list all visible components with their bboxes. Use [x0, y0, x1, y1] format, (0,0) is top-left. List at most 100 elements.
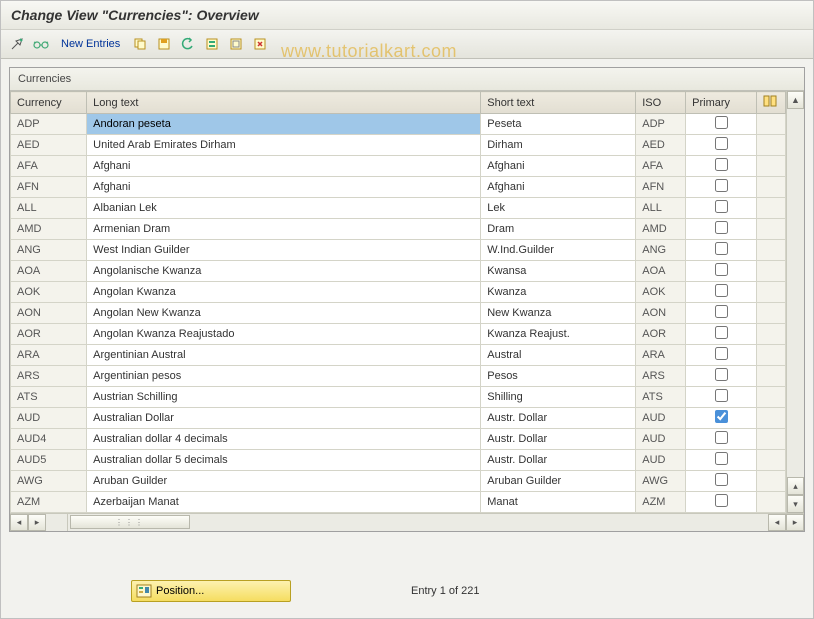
- cell-currency[interactable]: ATS: [11, 387, 87, 408]
- select-all-icon[interactable]: [202, 34, 222, 54]
- primary-checkbox[interactable]: [715, 368, 728, 381]
- copy-icon[interactable]: [130, 34, 150, 54]
- primary-checkbox[interactable]: [715, 452, 728, 465]
- cell-shorttext[interactable]: Afghani: [481, 156, 636, 177]
- cell-longtext[interactable]: Angolan New Kwanza: [87, 303, 481, 324]
- table-row[interactable]: AZMAzerbaijan ManatManatAZM: [11, 492, 786, 513]
- cell-iso[interactable]: AED: [636, 135, 686, 156]
- cell-shorttext[interactable]: Kwansa: [481, 261, 636, 282]
- cell-longtext[interactable]: Angolanische Kwanza: [87, 261, 481, 282]
- cell-currency[interactable]: ANG: [11, 240, 87, 261]
- cell-currency[interactable]: AWG: [11, 471, 87, 492]
- cell-currency[interactable]: AON: [11, 303, 87, 324]
- cell-shorttext[interactable]: Austr. Dollar: [481, 450, 636, 471]
- table-row[interactable]: AMDArmenian DramDramAMD: [11, 219, 786, 240]
- new-entries-button[interactable]: New Entries: [55, 38, 126, 50]
- cell-longtext[interactable]: Aruban Guilder: [87, 471, 481, 492]
- cell-currency[interactable]: ALL: [11, 198, 87, 219]
- col-header-iso[interactable]: ISO: [636, 92, 686, 114]
- cell-shorttext[interactable]: Pesos: [481, 366, 636, 387]
- table-row[interactable]: ATSAustrian SchillingShillingATS: [11, 387, 786, 408]
- primary-checkbox[interactable]: [715, 200, 728, 213]
- primary-checkbox[interactable]: [715, 221, 728, 234]
- col-header-currency[interactable]: Currency: [11, 92, 87, 114]
- primary-checkbox[interactable]: [715, 389, 728, 402]
- undo-icon[interactable]: [178, 34, 198, 54]
- cell-longtext[interactable]: Argentinian Austral: [87, 345, 481, 366]
- primary-checkbox[interactable]: [715, 326, 728, 339]
- table-row[interactable]: AFNAfghaniAfghaniAFN: [11, 177, 786, 198]
- primary-checkbox[interactable]: [715, 137, 728, 150]
- cell-iso[interactable]: ADP: [636, 114, 686, 135]
- hscroll-right-icon[interactable]: ▸: [28, 514, 46, 531]
- primary-checkbox[interactable]: [715, 116, 728, 129]
- cell-primary[interactable]: [686, 135, 757, 156]
- primary-checkbox[interactable]: [715, 179, 728, 192]
- cell-primary[interactable]: [686, 492, 757, 513]
- cell-currency[interactable]: ADP: [11, 114, 87, 135]
- cell-iso[interactable]: ARS: [636, 366, 686, 387]
- cell-iso[interactable]: ARA: [636, 345, 686, 366]
- cell-currency[interactable]: AFN: [11, 177, 87, 198]
- primary-checkbox[interactable]: [715, 284, 728, 297]
- cell-currency[interactable]: AED: [11, 135, 87, 156]
- cell-iso[interactable]: AUD: [636, 429, 686, 450]
- hscroll-thumb[interactable]: ⋮⋮⋮: [70, 515, 190, 529]
- table-row[interactable]: ARSArgentinian pesosPesosARS: [11, 366, 786, 387]
- cell-primary[interactable]: [686, 240, 757, 261]
- cell-primary[interactable]: [686, 282, 757, 303]
- cell-iso[interactable]: AUD: [636, 408, 686, 429]
- cell-currency[interactable]: AFA: [11, 156, 87, 177]
- cell-primary[interactable]: [686, 303, 757, 324]
- table-row[interactable]: AWGAruban GuilderAruban GuilderAWG: [11, 471, 786, 492]
- cell-primary[interactable]: [686, 219, 757, 240]
- table-row[interactable]: AONAngolan New KwanzaNew KwanzaAON: [11, 303, 786, 324]
- cell-currency[interactable]: AUD5: [11, 450, 87, 471]
- cell-currency[interactable]: AOR: [11, 324, 87, 345]
- cell-iso[interactable]: AFN: [636, 177, 686, 198]
- cell-longtext[interactable]: Andoran peseta: [87, 114, 481, 135]
- cell-longtext[interactable]: Armenian Dram: [87, 219, 481, 240]
- cell-shorttext[interactable]: W.Ind.Guilder: [481, 240, 636, 261]
- cell-primary[interactable]: [686, 408, 757, 429]
- cell-longtext[interactable]: Australian dollar 4 decimals: [87, 429, 481, 450]
- primary-checkbox[interactable]: [715, 347, 728, 360]
- cell-iso[interactable]: AFA: [636, 156, 686, 177]
- cell-iso[interactable]: AOA: [636, 261, 686, 282]
- table-row[interactable]: AOAAngolanische KwanzaKwansaAOA: [11, 261, 786, 282]
- scroll-down-small-icon[interactable]: ▴: [787, 477, 804, 495]
- cell-iso[interactable]: ALL: [636, 198, 686, 219]
- cell-primary[interactable]: [686, 345, 757, 366]
- primary-checkbox[interactable]: [715, 494, 728, 507]
- hscroll-left-icon[interactable]: ◂: [10, 514, 28, 531]
- save-icon[interactable]: [154, 34, 174, 54]
- scroll-up-icon[interactable]: ▲: [787, 91, 804, 109]
- primary-checkbox[interactable]: [715, 263, 728, 276]
- cell-shorttext[interactable]: Dram: [481, 219, 636, 240]
- col-header-primary[interactable]: Primary: [686, 92, 757, 114]
- cell-currency[interactable]: ARA: [11, 345, 87, 366]
- table-row[interactable]: ANGWest Indian GuilderW.Ind.GuilderANG: [11, 240, 786, 261]
- table-row[interactable]: AORAngolan Kwanza ReajustadoKwanza Reaju…: [11, 324, 786, 345]
- position-button[interactable]: Position...: [131, 580, 291, 602]
- cell-iso[interactable]: ATS: [636, 387, 686, 408]
- cell-currency[interactable]: AUD: [11, 408, 87, 429]
- cell-iso[interactable]: AZM: [636, 492, 686, 513]
- cell-shorttext[interactable]: Shilling: [481, 387, 636, 408]
- cell-currency[interactable]: AUD4: [11, 429, 87, 450]
- hscroll-left2-icon[interactable]: ◂: [768, 514, 786, 531]
- toggle-display-icon[interactable]: [7, 34, 27, 54]
- cell-longtext[interactable]: Angolan Kwanza Reajustado: [87, 324, 481, 345]
- cell-iso[interactable]: AMD: [636, 219, 686, 240]
- cell-longtext[interactable]: Afghani: [87, 177, 481, 198]
- cell-longtext[interactable]: Australian dollar 5 decimals: [87, 450, 481, 471]
- vertical-scrollbar[interactable]: ▲ ▴ ▾: [786, 91, 804, 513]
- col-header-shorttext[interactable]: Short text: [481, 92, 636, 114]
- cell-primary[interactable]: [686, 261, 757, 282]
- table-row[interactable]: ALLAlbanian LekLekALL: [11, 198, 786, 219]
- cell-iso[interactable]: AUD: [636, 450, 686, 471]
- table-row[interactable]: AUDAustralian DollarAustr. DollarAUD: [11, 408, 786, 429]
- primary-checkbox[interactable]: [715, 473, 728, 486]
- cell-iso[interactable]: AWG: [636, 471, 686, 492]
- cell-primary[interactable]: [686, 387, 757, 408]
